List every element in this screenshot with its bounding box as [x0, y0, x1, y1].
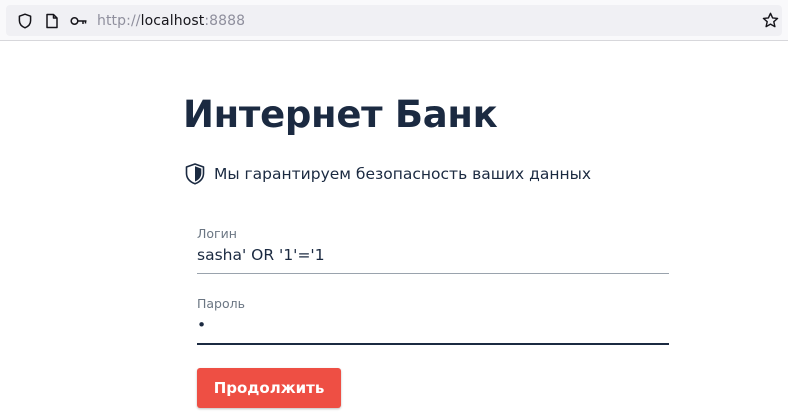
security-note-text: Мы гарантируем безопасность ваших данных [214, 165, 592, 183]
continue-button[interactable]: Продолжить [197, 368, 341, 408]
security-note: Мы гарантируем безопасность ваших данных [184, 162, 591, 186]
password-label: Пароль [197, 296, 245, 311]
bookmark-star-icon[interactable] [762, 12, 779, 28]
url-text[interactable]: http://localhost:8888 [97, 12, 245, 30]
browser-toolbar: http://localhost:8888 [0, 0, 788, 41]
login-field: Логин [197, 224, 669, 274]
key-icon[interactable] [70, 13, 87, 29]
url-protocol: http:// [97, 13, 141, 29]
url-host: localhost [140, 13, 205, 29]
shield-icon[interactable] [17, 13, 33, 29]
page-icon[interactable] [44, 13, 60, 29]
password-field: Пароль [197, 294, 669, 345]
password-input[interactable] [197, 314, 669, 336]
login-input[interactable] [197, 244, 669, 266]
shield-icon [184, 162, 206, 186]
login-label: Логин [197, 226, 237, 241]
url-port: :8888 [204, 13, 246, 29]
page-title: Интернет Банк [183, 93, 498, 136]
